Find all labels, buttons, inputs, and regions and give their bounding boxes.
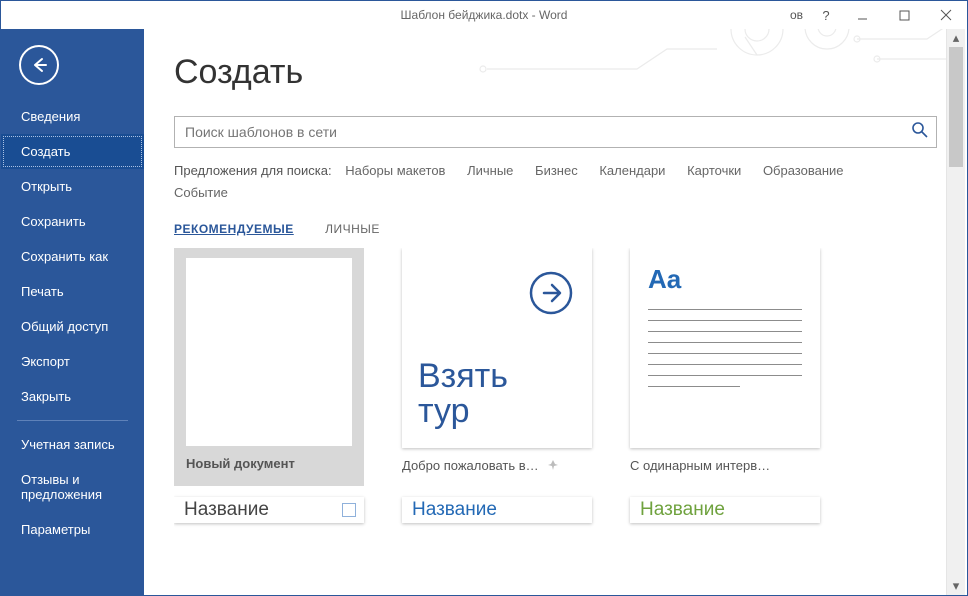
scroll-thumb[interactable]	[949, 47, 963, 167]
suggestion-link[interactable]: Календари	[599, 160, 665, 182]
nav-share[interactable]: Общий доступ	[1, 309, 144, 344]
main-panel: Создать Предложения для поиска: Наборы м…	[144, 29, 967, 595]
nav-save-as[interactable]: Сохранить как	[1, 239, 144, 274]
template-card-tour[interactable]: Взять тур Добро пожаловать в…	[402, 248, 592, 473]
aa-glyph: Aa	[648, 264, 802, 295]
nav-account[interactable]: Учетная запись	[1, 427, 144, 462]
template-caption: С одинарным интерв…	[630, 458, 820, 473]
nav-save[interactable]: Сохранить	[1, 204, 144, 239]
tour-thumb: Взять тур	[402, 248, 592, 448]
square-icon	[342, 503, 356, 517]
backstage-sidebar: Сведения Создать Открыть Сохранить Сохра…	[1, 29, 144, 595]
account-name-fragment[interactable]: ов	[790, 8, 803, 22]
template-tabs: РЕКОМЕНДУЕМЫЕ ЛИЧНЫЕ	[174, 222, 937, 236]
nav-new[interactable]: Создать	[1, 134, 144, 169]
nav-separator	[17, 420, 128, 421]
titlebar: Шаблон бейджика.dotx - Word ов ?	[1, 1, 967, 29]
tour-text-1: Взять	[418, 357, 508, 395]
arrow-left-icon	[30, 56, 48, 74]
maximize-button[interactable]	[883, 1, 925, 29]
close-button[interactable]	[925, 1, 967, 29]
suggestion-link[interactable]: Карточки	[687, 160, 741, 182]
template-caption: Добро пожаловать в…	[402, 458, 539, 473]
suggestion-link[interactable]: Образование	[763, 160, 844, 182]
template-caption: Новый документ	[186, 456, 364, 471]
tab-featured[interactable]: РЕКОМЕНДУЕМЫЕ	[174, 222, 294, 236]
pin-icon[interactable]	[548, 458, 559, 473]
arrow-right-circle-icon	[528, 270, 574, 319]
template-card-blank[interactable]: Новый документ	[174, 248, 364, 473]
app-window: Шаблон бейджика.dotx - Word ов ? Сведени…	[0, 0, 968, 596]
suggestion-link[interactable]: Наборы макетов	[345, 160, 445, 182]
scroll-down-icon[interactable]: ▾	[947, 577, 965, 595]
tour-text-2: тур	[418, 392, 469, 430]
page-title: Создать	[174, 53, 967, 92]
template-gallery: Новый документ Взять тур	[174, 248, 943, 595]
nav-info[interactable]: Сведения	[1, 99, 144, 134]
nav-print[interactable]: Печать	[1, 274, 144, 309]
back-button[interactable]	[19, 45, 59, 85]
scroll-track[interactable]	[947, 47, 965, 577]
nav-export[interactable]: Экспорт	[1, 344, 144, 379]
search-icon[interactable]	[911, 121, 929, 142]
minimize-button[interactable]	[841, 1, 883, 29]
panel-scrollbar[interactable]: ▴ ▾	[946, 29, 965, 595]
template-search	[174, 116, 937, 148]
scroll-up-icon[interactable]: ▴	[947, 29, 965, 47]
template-card-stub[interactable]: Название	[402, 497, 592, 523]
nav-open[interactable]: Открыть	[1, 169, 144, 204]
suggestion-link[interactable]: Событие	[174, 182, 228, 204]
spacing-thumb: Aa	[630, 248, 820, 448]
nav-options[interactable]: Параметры	[1, 512, 144, 547]
nav-primary: Сведения Создать Открыть Сохранить Сохра…	[1, 99, 144, 547]
suggestion-link[interactable]: Бизнес	[535, 160, 578, 182]
tab-personal[interactable]: ЛИЧНЫЕ	[325, 222, 380, 236]
nav-close[interactable]: Закрыть	[1, 379, 144, 414]
text-lines-icon	[648, 309, 802, 387]
blank-thumb	[174, 248, 364, 486]
suggestion-link[interactable]: Личные	[467, 160, 513, 182]
help-button[interactable]: ?	[811, 1, 841, 29]
template-card-stub[interactable]: Название	[630, 497, 820, 523]
suggestions-label: Предложения для поиска:	[174, 163, 332, 178]
nav-feedback[interactable]: Отзывы и предложения	[1, 462, 144, 512]
template-gallery-wrap: Новый документ Взять тур	[156, 240, 967, 595]
template-card-single-spacing[interactable]: Aa С одинарным интерв…	[630, 248, 820, 473]
search-input[interactable]	[174, 116, 937, 148]
search-suggestions: Предложения для поиска: Наборы макетов Л…	[174, 160, 937, 204]
template-card-stub[interactable]: Название	[174, 497, 364, 523]
